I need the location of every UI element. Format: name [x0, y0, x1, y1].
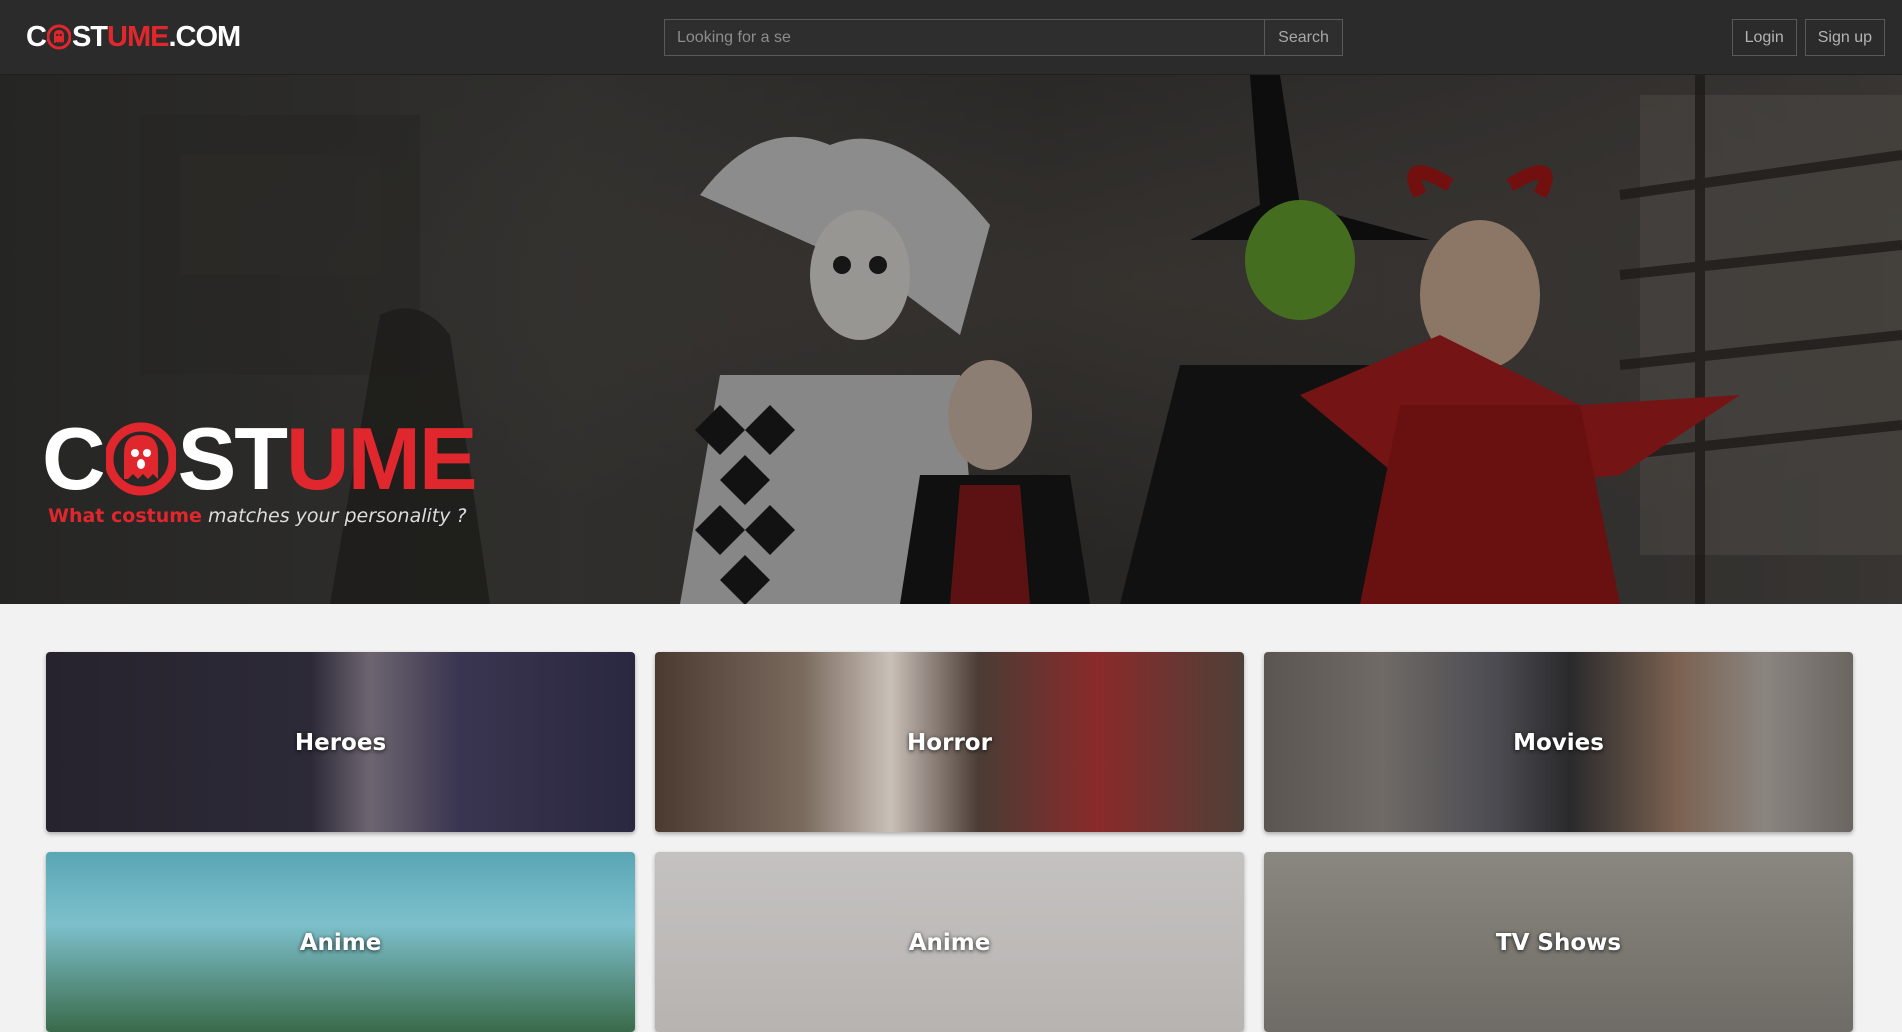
logo-text-com: .COM — [168, 20, 241, 53]
category-card-horror[interactable]: Horror — [655, 652, 1244, 832]
hero-banner: C ST UME What costume matches your perso… — [0, 75, 1902, 604]
search-bar: Search — [664, 19, 1343, 56]
category-label: Movies — [1513, 730, 1604, 756]
ghost-icon — [105, 422, 176, 496]
signup-button[interactable]: Sign up — [1804, 19, 1885, 56]
category-card-heroes[interactable]: Heroes — [46, 652, 635, 832]
category-card-anime-2[interactable]: Anime — [655, 852, 1244, 1032]
site-logo[interactable]: C ST UME .COM — [26, 18, 241, 56]
category-label: TV Shows — [1495, 930, 1622, 956]
tagline-rest: matches your personality ? — [207, 505, 467, 527]
hero-logo-c: C — [42, 409, 106, 508]
category-label: Anime — [299, 930, 382, 956]
hero-logo: C ST UME — [42, 409, 478, 508]
top-navbar: C ST UME .COM Search Login Sign up — [0, 0, 1902, 75]
category-card-tv-shows[interactable]: TV Shows — [1264, 852, 1853, 1032]
tagline-highlight: What costume — [48, 505, 202, 527]
hero-logo-ume: UME — [286, 409, 478, 508]
search-input[interactable] — [664, 19, 1264, 56]
category-card-movies[interactable]: Movies — [1264, 652, 1853, 832]
logo-text-st: ST — [71, 20, 108, 53]
category-label: Anime — [908, 930, 991, 956]
auth-buttons: Login Sign up — [1731, 19, 1885, 56]
logo-text-c: C — [26, 20, 47, 53]
category-label: Heroes — [294, 730, 387, 756]
category-card-anime[interactable]: Anime — [46, 852, 635, 1032]
logo-text-ume: UME — [107, 20, 169, 53]
login-button[interactable]: Login — [1731, 19, 1797, 56]
search-button[interactable]: Search — [1264, 19, 1343, 56]
hero-tagline: What costume matches your personality ? — [48, 505, 467, 527]
hero-logo-st: ST — [177, 409, 288, 508]
ghost-icon — [46, 24, 71, 50]
category-grid: Heroes Horror Movies Anime Anime TV Show… — [46, 652, 1854, 1032]
category-label: Horror — [907, 730, 992, 756]
